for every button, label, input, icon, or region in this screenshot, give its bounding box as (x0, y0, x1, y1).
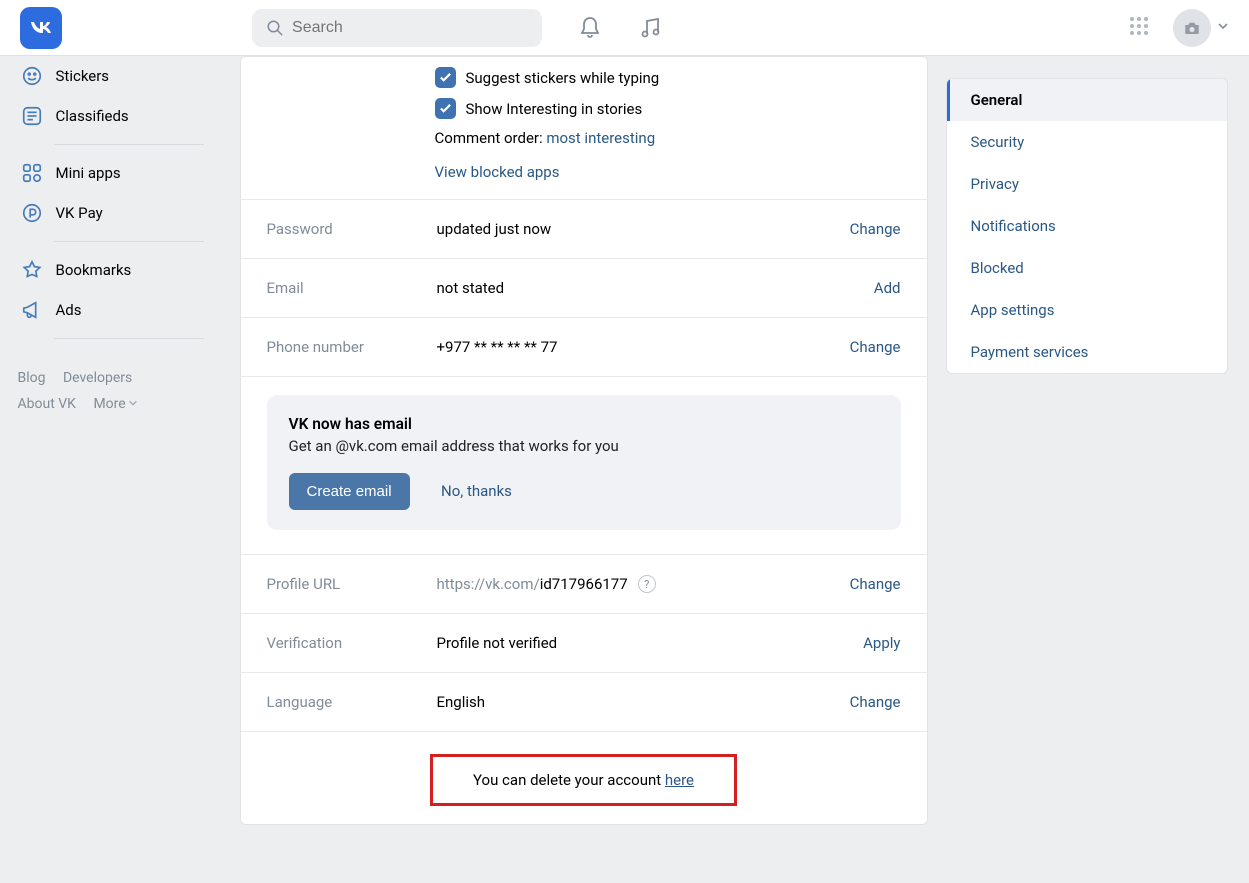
row-value: English (437, 693, 850, 711)
footer-about[interactable]: About VK (18, 396, 76, 412)
nav-separator (54, 338, 204, 339)
decline-promo-link[interactable]: No, thanks (441, 482, 512, 500)
email-promo: VK now has email Get an @vk.com email ad… (267, 395, 901, 530)
footer-more[interactable]: More (93, 396, 137, 412)
row-language: Language English Change (241, 672, 927, 731)
nav-label: Bookmarks (56, 261, 132, 279)
apply-verification-link[interactable]: Apply (863, 634, 900, 652)
search-box[interactable] (252, 9, 542, 47)
nav-separator (54, 144, 204, 145)
row-email: Email not stated Add (241, 258, 927, 317)
url-prefix: https://vk.com/ (437, 575, 540, 593)
megaphone-icon (20, 298, 44, 322)
tab-general[interactable]: General (947, 79, 1227, 121)
promo-body: Get an @vk.com email address that works … (289, 437, 879, 455)
tab-payment-services[interactable]: Payment services (947, 331, 1227, 373)
nav-classifieds[interactable]: Classifieds (14, 96, 226, 136)
comment-order-label: Comment order: (435, 129, 547, 147)
checkbox-checked-icon[interactable] (435, 98, 456, 119)
page: Stickers Classifieds Mini apps VK Pay Bo… (0, 0, 1249, 825)
row-label: Verification (267, 634, 437, 652)
delete-account-link[interactable]: here (665, 771, 694, 789)
nav-label: Classifieds (56, 107, 129, 125)
row-label: Phone number (267, 338, 437, 356)
change-phone-link[interactable]: Change (850, 338, 901, 356)
settings-tabs: General Security Privacy Notifications B… (946, 78, 1228, 374)
row-phone: Phone number +977 ** ** ** ** 77 Change (241, 317, 927, 376)
row-label: Profile URL (267, 575, 437, 593)
nav-stickers[interactable]: Stickers (14, 56, 226, 96)
profile-avatar[interactable] (1173, 9, 1211, 47)
change-password-link[interactable]: Change (850, 220, 901, 238)
row-label: Email (267, 279, 437, 297)
row-value: https://vk.com/id717966177 ? (437, 575, 850, 593)
row-value: Profile not verified (437, 634, 864, 652)
search-icon (266, 18, 284, 38)
row-verification: Verification Profile not verified Apply (241, 613, 927, 672)
nav-label: Mini apps (56, 164, 121, 182)
left-nav: Stickers Classifieds Mini apps VK Pay Bo… (14, 56, 226, 825)
row-profile-url: Profile URL https://vk.com/id717966177 ?… (241, 554, 927, 613)
footer-developers[interactable]: Developers (63, 370, 132, 386)
nav-label: VK Pay (56, 204, 103, 222)
nav-vkpay[interactable]: VK Pay (14, 193, 226, 233)
chevron-down-icon (128, 391, 138, 417)
apps-grid-icon[interactable] (1129, 16, 1149, 40)
classifieds-icon (20, 104, 44, 128)
help-icon[interactable]: ? (638, 575, 656, 593)
tab-security[interactable]: Security (947, 121, 1227, 163)
settings-panel: Suggest stickers while typing Show Inter… (240, 56, 928, 825)
opt-label: Suggest stickers while typing (466, 69, 660, 87)
nav-bookmarks[interactable]: Bookmarks (14, 250, 226, 290)
search-input[interactable] (292, 19, 528, 37)
comment-order-row: Comment order: most interesting (435, 129, 903, 147)
view-blocked-apps-link[interactable]: View blocked apps (435, 163, 560, 181)
opt-suggest-stickers[interactable]: Suggest stickers while typing (435, 67, 903, 88)
delete-text: You can delete your account (473, 771, 665, 789)
delete-account-highlight: You can delete your account here (430, 754, 737, 806)
topbar (0, 0, 1249, 56)
tab-privacy[interactable]: Privacy (947, 163, 1227, 205)
tab-notifications[interactable]: Notifications (947, 205, 1227, 247)
vkpay-icon (20, 201, 44, 225)
row-label: Language (267, 693, 437, 711)
email-promo-wrap: VK now has email Get an @vk.com email ad… (241, 376, 927, 554)
row-value: +977 ** ** ** ** 77 (437, 338, 850, 356)
add-email-link[interactable]: Add (874, 279, 901, 297)
nav-ads[interactable]: Ads (14, 290, 226, 330)
bell-icon[interactable] (578, 16, 602, 40)
nav-label: Stickers (56, 67, 110, 85)
nav-separator (54, 241, 204, 242)
chevron-down-icon (1217, 20, 1229, 36)
footer-links: Blog Developers About VK More (14, 347, 226, 417)
checkbox-checked-icon[interactable] (435, 67, 456, 88)
star-icon (20, 258, 44, 282)
delete-account-section: You can delete your account here (241, 731, 927, 806)
smile-icon (20, 64, 44, 88)
row-value: updated just now (437, 220, 850, 238)
change-language-link[interactable]: Change (850, 693, 901, 711)
change-url-link[interactable]: Change (850, 575, 901, 593)
opt-label: Show Interesting in stories (466, 100, 643, 118)
row-value: not stated (437, 279, 874, 297)
promo-title: VK now has email (289, 415, 879, 433)
layout: Stickers Classifieds Mini apps VK Pay Bo… (14, 56, 1236, 825)
nav-label: Ads (56, 301, 82, 319)
url-id: id717966177 (540, 575, 628, 593)
footer-blog[interactable]: Blog (18, 370, 46, 386)
vk-logo[interactable] (20, 7, 62, 49)
checkbox-options: Suggest stickers while typing Show Inter… (241, 57, 927, 199)
opt-show-interesting[interactable]: Show Interesting in stories (435, 98, 903, 119)
tab-app-settings[interactable]: App settings (947, 289, 1227, 331)
comment-order-value[interactable]: most interesting (546, 129, 655, 147)
row-label: Password (267, 220, 437, 238)
tab-blocked[interactable]: Blocked (947, 247, 1227, 289)
music-icon[interactable] (638, 16, 662, 40)
create-email-button[interactable]: Create email (289, 473, 410, 510)
miniapps-icon (20, 161, 44, 185)
nav-miniapps[interactable]: Mini apps (14, 153, 226, 193)
row-password: Password updated just now Change (241, 199, 927, 258)
